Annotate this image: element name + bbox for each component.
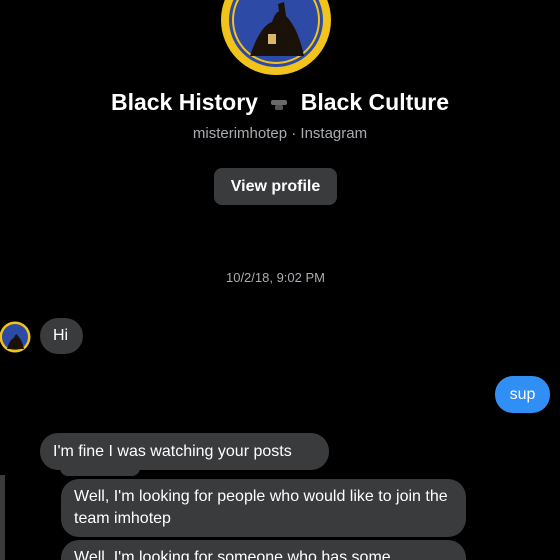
messenger-conversation: Black History Black Culture misterimhote… [0,0,560,560]
reply-preview-edge [60,468,140,476]
message-text: Hi [53,327,69,344]
profile-subtitle: misterimhotep · Instagram [192,125,368,142]
outgoing-message-bubble[interactable]: sup [495,376,550,413]
message-timestamp: 10/2/18, 9:02 PM [225,270,325,285]
message-text: I'm fine I was watching your posts [53,443,292,460]
message-text: Well, I'm looking for people who would l… [74,488,448,527]
view-profile-button[interactable]: View profile [214,168,337,205]
fist-emoji-icon [271,99,288,110]
profile-title: Black History Black Culture [0,89,560,116]
incoming-message-bubble[interactable]: I'm fine I was watching your posts [40,433,329,470]
message-text: sup [509,386,536,403]
reply-indicator-bar [0,475,5,560]
incoming-reply-bubble[interactable]: Well, I'm looking for people who would l… [61,479,466,537]
incoming-reply-bubble[interactable]: Well, I'm looking for someone who has so… [61,540,466,560]
sender-avatar[interactable] [0,321,31,353]
message-text: Well, I'm looking for someone who has so… [74,549,391,560]
incoming-message-bubble[interactable]: Hi [40,318,83,354]
profile-title-part2: Black Culture [300,89,450,115]
profile-title-part1: Black History [110,89,258,115]
profile-avatar[interactable] [220,0,332,76]
